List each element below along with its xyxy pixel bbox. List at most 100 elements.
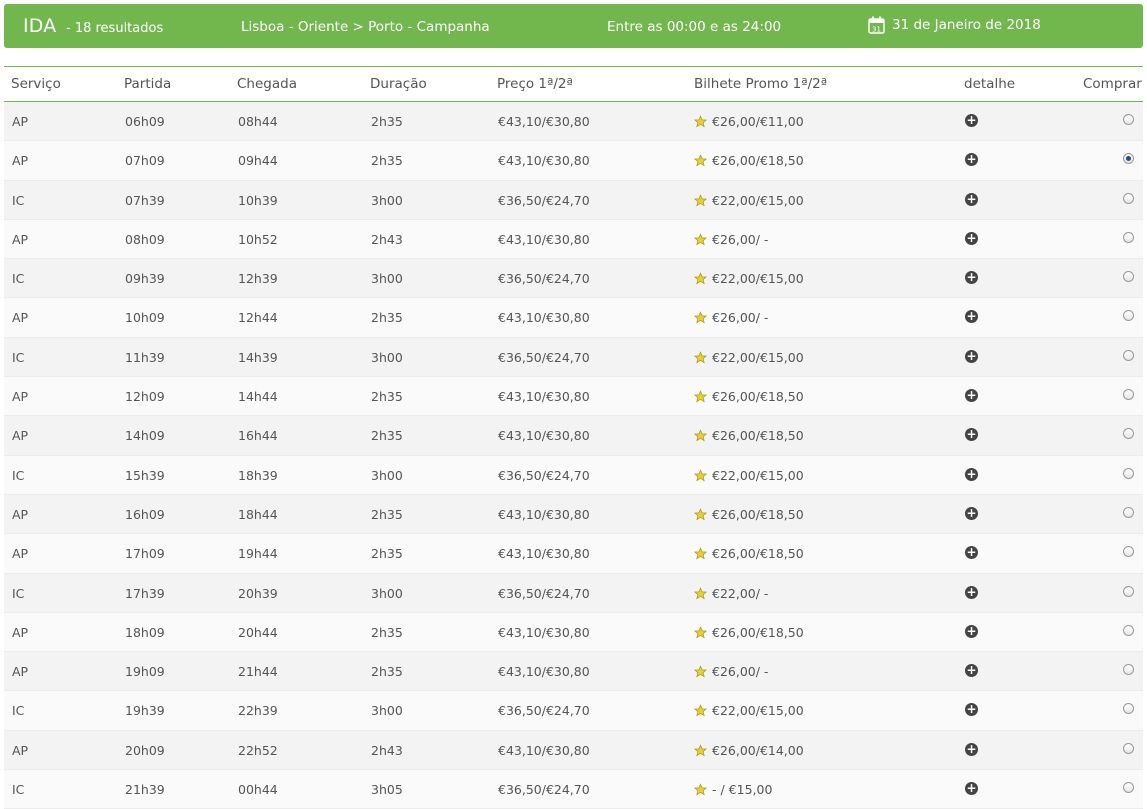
partida-cell: 21h39 [125,782,165,798]
partida-cell: 17h39 [125,585,165,601]
table-row: IC 21h39 00h44 3h05 €36,50/€24,70 - / €15,00 + [4,770,1143,809]
comprar-radio[interactable] [1123,585,1134,597]
comprar-radio[interactable] [1123,114,1134,125]
partida-cell: 18h09 [125,624,165,640]
col-detalhe: detalhe [964,76,1016,92]
chegada-cell: 20h39 [238,585,278,601]
duracao-cell: 2h35 [371,428,403,444]
comprar-radio[interactable] [1123,349,1134,361]
partida-cell: 19h09 [125,664,165,680]
comprar-radio[interactable] [1123,271,1134,283]
plus-circle-icon[interactable]: + [965,782,978,796]
duracao-cell: 2h43 [371,231,403,247]
promo-cell: €22,00/ - [694,586,768,601]
plus-circle-icon[interactable]: + [965,506,978,520]
comprar-radio[interactable] [1123,389,1134,401]
preco-cell: €43,10/€30,80 [498,428,590,444]
col-chegada: Chegada [237,76,297,92]
plus-circle-icon[interactable]: + [965,624,978,638]
promo-price: €22,00/ - [712,585,769,601]
plus-circle-icon[interactable]: + [965,349,978,363]
comprar-radio[interactable] [1123,467,1134,479]
table-row: IC 07h39 10h39 3h00 €36,50/€24,70 €22,00/€15,… [4,180,1143,220]
comprar-radio[interactable] [1123,782,1134,794]
comprar-radio[interactable] [1123,546,1134,558]
preco-cell: €36,50/€24,70 [498,467,590,483]
comprar-radio[interactable] [1123,703,1134,715]
promo-cell: €22,00/€15,00 [694,193,804,208]
plus-circle-icon[interactable]: + [965,546,978,560]
plus-circle-icon[interactable]: + [965,310,978,324]
table-row: AP 12h09 14h44 2h35 €43,10/€30,80 €26,00/€18,… [4,377,1143,417]
preco-cell: €43,10/€30,80 [498,231,590,247]
servico-cell: AP [12,231,29,247]
col-servico: Serviço [11,76,61,92]
direction-label: IDA [23,15,57,37]
plus-circle-icon[interactable]: + [965,467,978,481]
duracao-cell: 3h00 [371,271,403,287]
table-row: AP 07h09 09h44 2h35 €43,10/€30,80 €26,00/€18,… [4,141,1143,181]
plus-circle-icon[interactable]: + [965,153,978,167]
results-count: - 18 resultados [66,21,164,36]
comprar-radio[interactable] [1123,153,1134,165]
comprar-radio[interactable] [1123,664,1134,676]
comprar-radio[interactable] [1123,428,1134,440]
duracao-cell: 3h05 [371,782,403,798]
promo-price: €26,00/ - [712,664,769,680]
table-row: AP 20h09 22h52 2h43 €43,10/€30,80 €26,00/€14,… [4,730,1143,771]
preco-cell: €36,50/€24,70 [498,349,590,365]
comprar-radio[interactable] [1123,624,1134,636]
promo-price: €26,00/ - [712,231,769,247]
promo-cell: €26,00/€18,50 [694,625,804,640]
star-icon [694,468,707,482]
chegada-cell: 21h44 [238,664,278,680]
col-promo: Bilhete Promo 1ª/2ª [694,76,828,92]
plus-circle-icon[interactable]: + [965,231,978,245]
preco-cell: €43,10/€30,80 [498,664,590,680]
preco-cell: €43,10/€30,80 [498,506,590,522]
table-row: AP 18h09 20h44 2h35 €43,10/€30,80 €26,00/€18,… [4,612,1143,653]
promo-cell: €26,00/ - [694,232,768,247]
duracao-cell: 2h35 [371,506,403,522]
promo-cell: €26,00/€18,50 [694,546,804,561]
partida-cell: 09h39 [125,271,165,287]
plus-circle-icon[interactable]: + [965,192,978,206]
plus-circle-icon[interactable]: + [965,664,978,678]
duracao-cell: 2h35 [371,624,403,640]
plus-circle-icon[interactable]: + [965,428,978,442]
preco-cell: €43,10/€30,80 [498,310,590,326]
chegada-cell: 00h44 [238,782,278,798]
plus-circle-icon[interactable]: + [965,585,978,599]
partida-cell: 10h09 [125,310,165,326]
plus-circle-icon[interactable]: + [965,703,978,717]
preco-cell: €43,10/€30,80 [498,114,590,129]
duracao-cell: 3h00 [371,467,403,483]
comprar-radio[interactable] [1123,231,1134,243]
promo-price: €22,00/€15,00 [712,703,804,719]
comprar-radio[interactable] [1123,742,1134,754]
chegada-cell: 22h39 [238,703,278,719]
plus-circle-icon[interactable]: + [965,742,978,756]
promo-price: €26,00/€18,50 [712,506,804,522]
comprar-radio[interactable] [1123,310,1134,322]
comprar-radio[interactable] [1123,506,1134,518]
table-body: AP 06h09 08h44 2h35 €43,10/€30,80 €26,00/€11,… [4,102,1143,809]
duracao-cell: 2h35 [371,389,403,405]
partida-cell: 11h39 [125,349,165,365]
star-icon [694,704,707,717]
chegada-cell: 12h39 [238,271,278,287]
servico-cell: AP [12,153,29,169]
plus-circle-icon[interactable]: + [965,271,978,285]
comprar-radio[interactable] [1123,192,1134,204]
star-icon [694,586,707,599]
partida-cell: 20h09 [125,742,165,758]
chegada-cell: 10h52 [238,231,278,247]
table-row: IC 19h39 22h39 3h00 €36,50/€24,70 €22,00/€15,… [4,691,1143,731]
plus-circle-icon[interactable]: + [965,389,978,403]
promo-price: €26,00/€18,50 [712,546,804,562]
chegada-cell: 20h44 [238,624,278,640]
servico-cell: IC [12,585,25,601]
plus-circle-icon[interactable]: + [965,114,978,127]
servico-cell: IC [12,467,25,483]
duracao-cell: 2h35 [371,310,403,326]
